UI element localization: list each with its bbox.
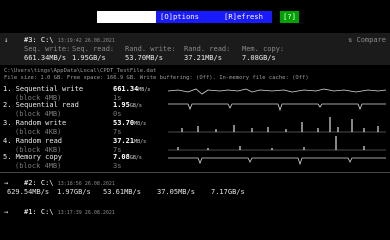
test-value: 7.08GB/s	[113, 153, 142, 161]
test-block: (block 4MB)	[15, 110, 62, 118]
help-button[interactable]: [?]	[280, 11, 299, 23]
drive-label: #3: C:\	[24, 36, 54, 44]
test-time: 3s	[113, 162, 122, 170]
sparkline-seq-write	[168, 88, 386, 95]
drive-label: #2: C:\	[24, 179, 54, 187]
test-value: 53.70MB/s	[113, 119, 147, 127]
test-name: 1. Sequential write	[3, 85, 84, 93]
expand-arrow-icon[interactable]: ↓	[4, 36, 8, 44]
test-value: 37.21MB/s	[113, 137, 147, 145]
value-mem-copy: 7.17GB/s	[211, 188, 245, 196]
history-entry[interactable]: → #1: C:\ 13:17:39 26.08.2021	[0, 205, 390, 220]
sparkline-mem-copy	[168, 157, 386, 166]
value-seq-write: 629.54MB/s	[7, 188, 50, 196]
drive-label: #1: C:\	[24, 208, 54, 216]
value-seq-write: 661.34MB/s	[24, 54, 67, 62]
value-rand-write: 53.61MB/s	[103, 188, 141, 196]
result-labels: Seq. write: Seq. read: Rand. write: Rand. r…	[24, 45, 284, 53]
test-name: 5. Memory copy	[3, 153, 63, 161]
timestamp: 13:19:42 26.08.2021	[57, 38, 115, 44]
expand-arrow-icon[interactable]: →	[4, 179, 8, 187]
test-value: 1.95GB/s	[113, 101, 142, 109]
label-seq-write: Seq. write:	[24, 45, 71, 53]
label-rand-read: Rand. read:	[184, 45, 231, 53]
value-rand-read: 37.05MB/s	[157, 188, 195, 196]
test-name: 4. Random read	[3, 137, 63, 145]
history-entry-title: #1: C:\ 13:17:39 26.08.2021	[24, 208, 115, 217]
sparkline-rand-write	[168, 117, 386, 133]
value-seq-read: 1.95GB/s	[72, 54, 106, 62]
expand-arrow-icon[interactable]: →	[4, 208, 8, 216]
label-mem-copy: Mem. copy:	[242, 45, 285, 53]
value-rand-write: 53.70MB/s	[125, 54, 163, 62]
test-file-info: File size: 1.0 GB. Free space: 166.9 GB.…	[4, 75, 309, 81]
test-value: 661.34MB/s	[113, 85, 151, 93]
test-block: (block 4MB)	[15, 162, 62, 170]
history-entry-current[interactable]: ↓ #3: C:\ 13:19:42 26.08.2021 ⇅ Compare …	[0, 33, 390, 65]
sparkline-rand-read	[168, 136, 386, 151]
section-divider	[0, 172, 390, 173]
test-time: 0s	[113, 110, 122, 118]
timestamp: 13:18:56 26.08.2021	[57, 181, 115, 187]
value-mem-copy: 7.08GB/s	[242, 54, 276, 62]
value-seq-read: 1.97GB/s	[57, 188, 91, 196]
refresh-button[interactable]: [R]efresh	[220, 11, 272, 23]
test-name: 3. Random write	[3, 119, 67, 127]
history-entry-title: #3: C:\ 13:19:42 26.08.2021	[24, 36, 115, 45]
sparkline-seq-read	[168, 103, 386, 112]
result-values: 629.54MB/s 1.97GB/s 53.61MB/s 37.05MB/s 7.17…	[7, 188, 245, 196]
test-block: (block 4KB)	[15, 128, 62, 136]
compare-button[interactable]: ⇅ Compare	[348, 36, 386, 44]
timestamp: 13:17:39 26.08.2021	[57, 210, 115, 216]
result-values: 661.34MB/s 1.95GB/s 53.70MB/s 37.21MB/s 7.08…	[24, 54, 276, 62]
history-entry[interactable]: → #2: C:\ 13:18:56 26.08.2021 629.54MB/s…	[0, 176, 390, 204]
label-rand-write: Rand. write:	[125, 45, 176, 53]
value-rand-read: 37.21MB/s	[184, 54, 222, 62]
toolbar-blank-button[interactable]	[97, 11, 156, 23]
top-toolbar: [O]ptions [R]efresh [?]	[97, 11, 299, 23]
history-entry-title: #2: C:\ 13:18:56 26.08.2021	[24, 179, 115, 188]
label-seq-read: Seq. read:	[72, 45, 115, 53]
options-button[interactable]: [O]ptions	[156, 11, 220, 23]
test-time: 7s	[113, 128, 122, 136]
test-name: 2. Sequential read	[3, 101, 79, 109]
